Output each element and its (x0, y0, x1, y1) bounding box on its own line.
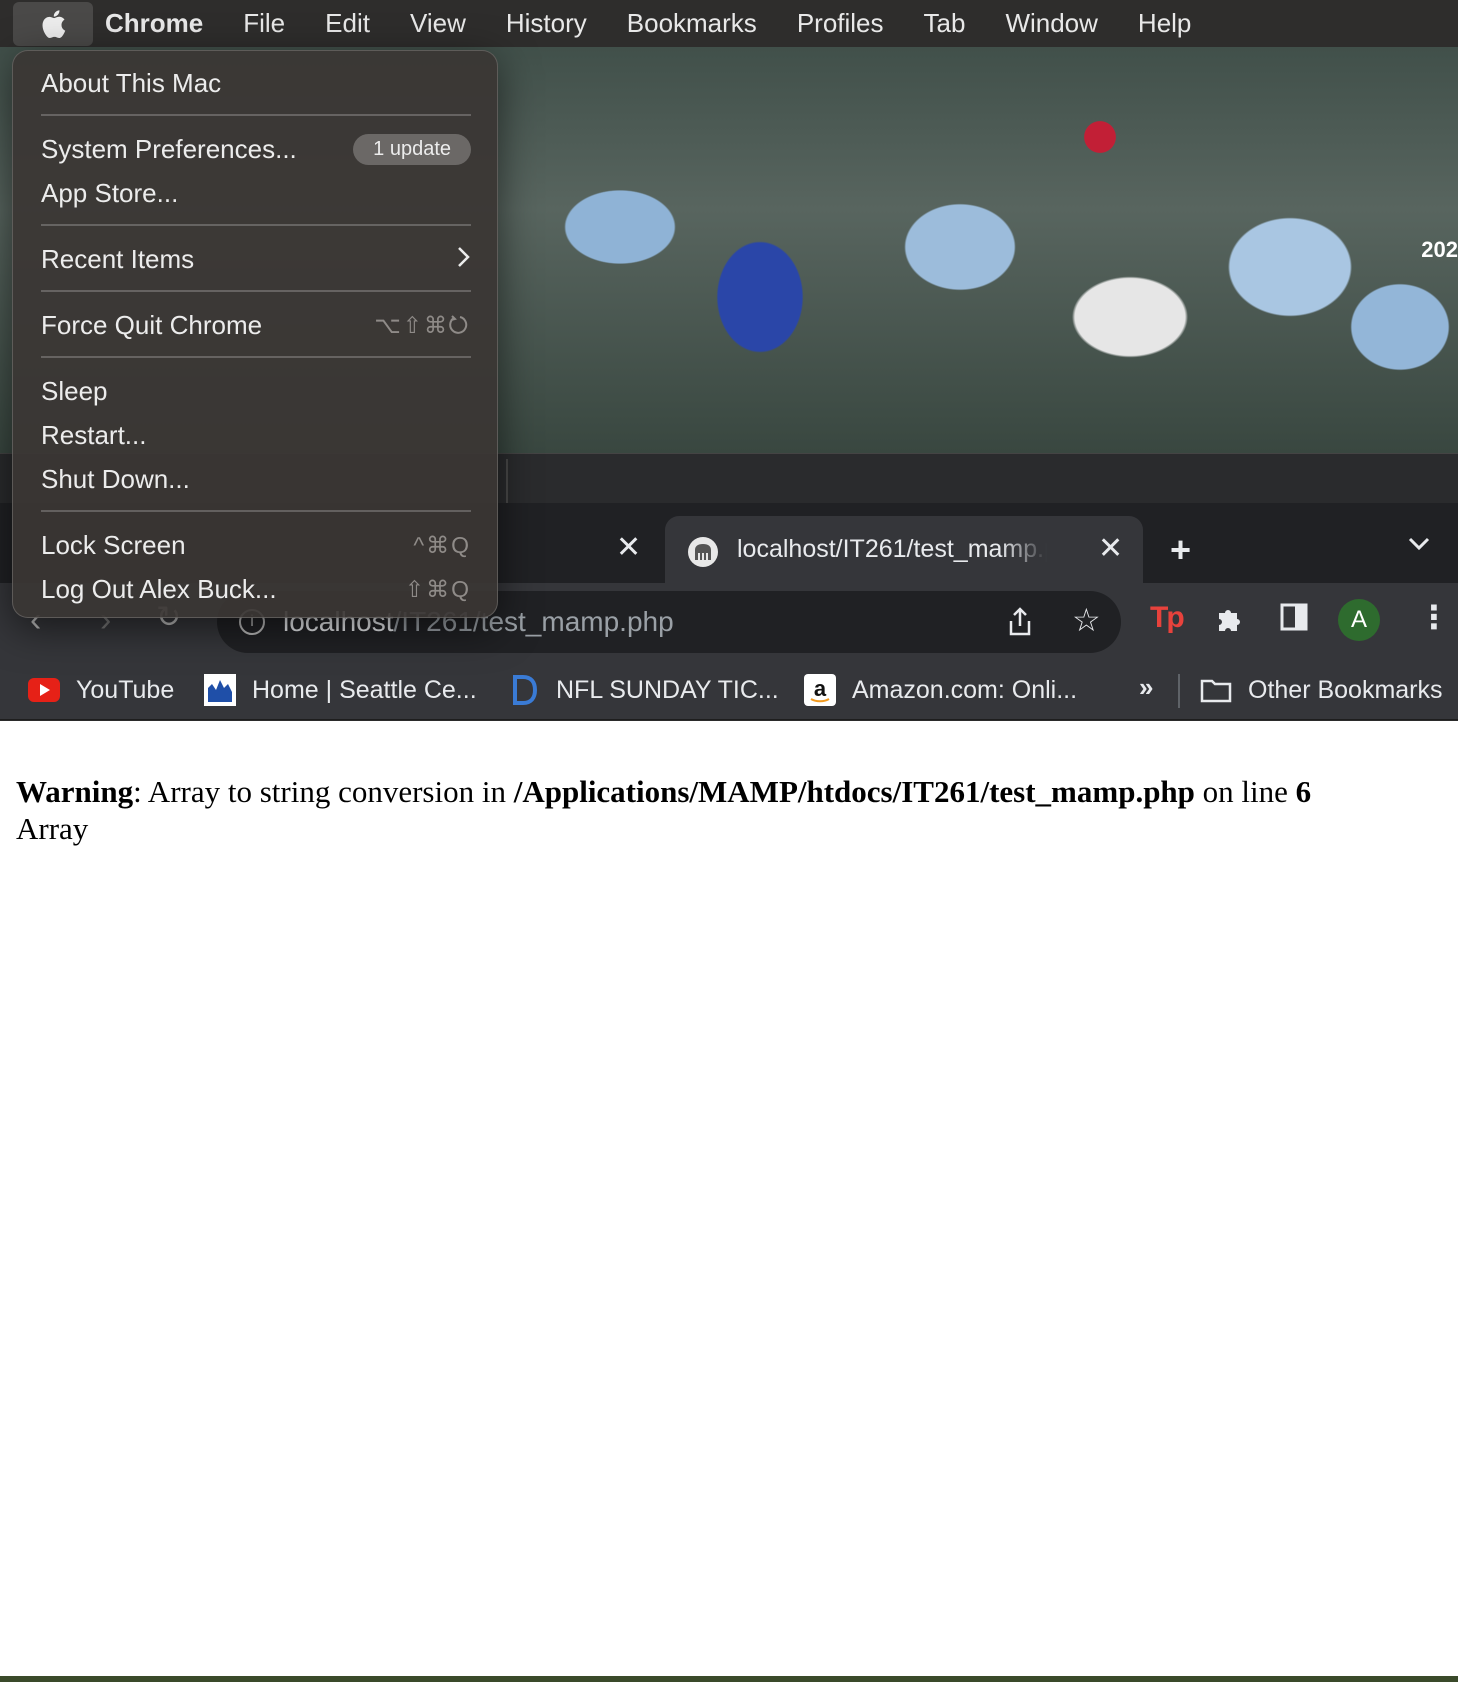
menu-item-sleep[interactable]: Sleep (41, 371, 471, 411)
menubar-bookmarks[interactable]: Bookmarks (607, 8, 777, 39)
menubar-app-name[interactable]: Chrome (93, 8, 223, 39)
bookmark-label: YouTube (76, 675, 175, 704)
menu-item-label: App Store... (41, 177, 179, 208)
menu-item-label: Log Out Alex Buck... (41, 573, 277, 604)
bookmark-seattle-center[interactable]: Home | Seattle Ce... (204, 672, 477, 708)
menu-item-shut-down[interactable]: Shut Down... (41, 459, 471, 499)
bookmark-label: Home | Seattle Ce... (252, 675, 477, 704)
warning-text: : Array to string conversion in (133, 774, 514, 809)
new-tab-plus-icon[interactable]: + (1170, 532, 1191, 568)
menu-separator (41, 510, 471, 512)
bookmark-star-icon[interactable]: ☆ (1072, 604, 1101, 636)
menu-item-recent-items[interactable]: Recent Items (41, 239, 471, 279)
menu-item-restart[interactable]: Restart... (41, 415, 471, 455)
warning-file-path: /Applications/MAMP/htdocs/IT261/test_mam… (513, 774, 1195, 809)
wallpaper-year-text: 202 (1421, 237, 1458, 262)
bookmark-youtube[interactable]: YouTube (28, 672, 174, 708)
force-quit-shortcut: ⌥⇧⌘ (374, 312, 471, 339)
folder-icon (1200, 674, 1232, 706)
apple-menu-button[interactable] (13, 1, 93, 46)
update-badge: 1 update (353, 133, 471, 165)
menu-item-label: Sleep (41, 375, 108, 406)
menu-item-log-out[interactable]: Log Out Alex Buck... ⇧⌘Q (41, 569, 471, 609)
menu-separator (41, 224, 471, 226)
lock-screen-shortcut: ^⌘Q (413, 531, 471, 558)
bookmarks-separator (1178, 674, 1180, 708)
previous-tab-close-icon[interactable]: ✕ (616, 533, 641, 563)
youtube-icon (28, 674, 60, 706)
log-out-shortcut: ⇧⌘Q (404, 575, 471, 602)
warning-line-number: 6 (1295, 774, 1312, 809)
submenu-chevron-right-icon (457, 244, 471, 274)
menubar-tab[interactable]: Tab (904, 8, 986, 39)
apple-menu-dropdown: About This Mac System Preferences... 1 u… (12, 50, 498, 618)
menu-separator (41, 356, 471, 358)
menu-item-app-store[interactable]: App Store... (41, 173, 471, 213)
window-divider (506, 459, 508, 504)
tab-active[interactable]: localhost/IT261/test_mamp.php ✕ (665, 516, 1143, 583)
macos-menu-bar: Chrome File Edit View History Bookmarks … (0, 0, 1458, 47)
menu-separator (41, 114, 471, 116)
menubar-edit[interactable]: Edit (305, 8, 390, 39)
menubar-profiles[interactable]: Profiles (777, 8, 904, 39)
menu-item-label: Shut Down... (41, 463, 190, 494)
bookmark-label: NFL SUNDAY TIC... (556, 675, 779, 704)
menubar-history[interactable]: History (486, 8, 607, 39)
bookmark-label: Amazon.com: Onli... (852, 675, 1078, 704)
desktop-bottom-edge (0, 1676, 1458, 1682)
apple-logo-icon (42, 9, 66, 38)
extensions-puzzle-icon[interactable] (1215, 603, 1245, 638)
mamp-favicon-icon (688, 537, 718, 567)
warning-text-line: on line (1194, 774, 1296, 809)
profile-avatar[interactable]: A (1338, 599, 1380, 641)
menu-separator (41, 290, 471, 292)
warning-label: Warning (16, 774, 134, 809)
tab-title: localhost/IT261/test_mamp.php (737, 535, 1047, 563)
page-output-text: Array (16, 811, 89, 846)
php-warning-message: Warning: Array to string conversion in /… (16, 773, 1311, 847)
svg-text:a: a (814, 676, 827, 701)
other-bookmarks-folder[interactable]: Other Bookmarks (1200, 672, 1443, 708)
menu-item-about-this-mac[interactable]: About This Mac (41, 63, 471, 103)
menu-item-label: System Preferences... (41, 133, 297, 164)
seattle-center-icon (204, 674, 236, 706)
escape-key-icon (449, 314, 468, 334)
other-bookmarks-label: Other Bookmarks (1248, 675, 1443, 704)
bookmark-amazon[interactable]: a Amazon.com: Onli... (804, 672, 1077, 708)
menu-item-label: Lock Screen (41, 529, 186, 560)
menu-item-force-quit[interactable]: Force Quit Chrome ⌥⇧⌘ (41, 305, 471, 345)
menu-item-label: Force Quit Chrome (41, 309, 263, 340)
share-icon[interactable] (1007, 607, 1033, 642)
tab-close-icon[interactable]: ✕ (1098, 534, 1123, 564)
menu-item-label: About This Mac (41, 67, 222, 98)
bookmarks-bar: YouTube Home | Seattle Ce... NFL SUNDAY … (0, 660, 1458, 720)
tab-search-chevron-down-icon[interactable] (1408, 537, 1430, 556)
directv-icon (508, 674, 540, 706)
bookmark-nfl-sunday-ticket[interactable]: NFL SUNDAY TIC... (508, 672, 779, 708)
menu-item-system-preferences[interactable]: System Preferences... 1 update (41, 129, 471, 169)
menu-item-label: Restart... (41, 419, 147, 450)
chrome-menu-kebab-icon[interactable]: ⋮ (1418, 601, 1450, 633)
page-content: Warning: Array to string conversion in /… (0, 721, 1458, 1676)
menu-item-lock-screen[interactable]: Lock Screen ^⌘Q (41, 525, 471, 565)
side-panel-icon[interactable] (1280, 603, 1308, 636)
amazon-icon: a (804, 674, 836, 706)
menubar-help[interactable]: Help (1118, 8, 1211, 39)
extension-tp-icon[interactable]: Tp (1150, 601, 1185, 635)
menubar-file[interactable]: File (223, 8, 305, 39)
menu-item-label: Recent Items (41, 243, 195, 274)
menubar-window[interactable]: Window (985, 8, 1117, 39)
bookmarks-overflow-button[interactable]: » (1139, 672, 1153, 703)
menubar-view[interactable]: View (390, 8, 486, 39)
shortcut-keys: ⌥⇧⌘ (374, 311, 449, 338)
